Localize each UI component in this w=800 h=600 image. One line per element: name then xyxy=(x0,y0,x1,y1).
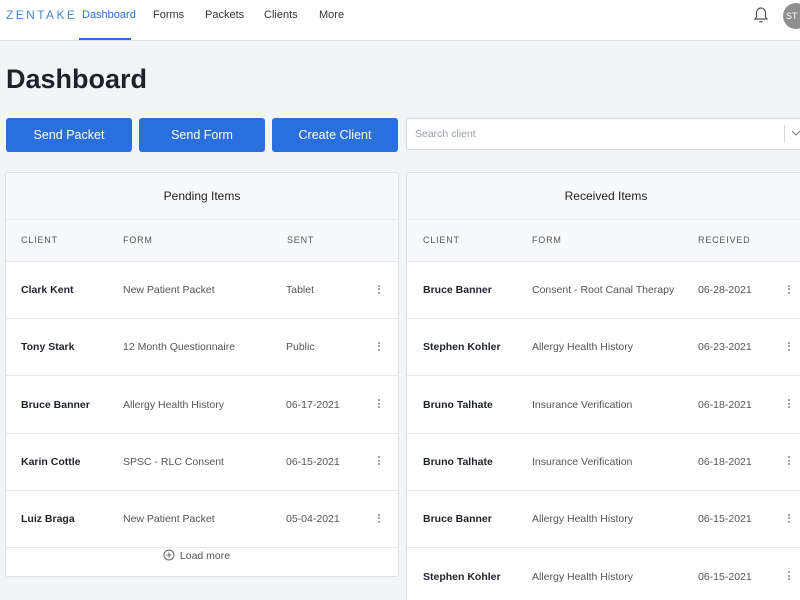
more-vertical-icon[interactable] xyxy=(787,455,791,469)
cell-date: 06-28-2021 xyxy=(698,284,752,296)
cell-form: Allergy Health History xyxy=(532,341,633,354)
more-vertical-icon[interactable] xyxy=(377,283,381,297)
bell-icon[interactable] xyxy=(753,6,769,24)
avatar[interactable]: ST xyxy=(783,3,800,29)
chevron-down-icon[interactable] xyxy=(790,127,800,139)
column-client: CLIENT xyxy=(21,235,58,245)
logo[interactable]: ZENTAKE xyxy=(6,8,77,22)
cell-form: 12 Month Questionnaire xyxy=(123,341,236,354)
table-row[interactable]: Bruce Banner Consent - Root Canal Therapy… xyxy=(407,262,800,319)
cell-date: 06-18-2021 xyxy=(698,398,752,411)
more-vertical-icon[interactable] xyxy=(787,512,791,526)
cell-client: Bruce Banner xyxy=(423,513,492,526)
cell-form: New Patient Packet xyxy=(123,513,215,526)
more-vertical-icon[interactable] xyxy=(787,283,791,297)
table-row[interactable]: Bruno Talhate Insurance Verification 06-18… xyxy=(407,376,800,434)
cell-client: Bruce Banner xyxy=(21,398,90,411)
table-row[interactable]: Stephen Kohler Allergy Health History 06-1… xyxy=(407,548,800,600)
cell-date: 06-23-2021 xyxy=(698,341,752,354)
active-tab-indicator xyxy=(79,38,131,40)
table-row[interactable]: Tony Stark 12 Month Questionnaire Public xyxy=(6,319,398,377)
cell-client: Stephen Kohler xyxy=(423,570,501,583)
search-client-box xyxy=(406,118,800,150)
more-vertical-icon[interactable] xyxy=(377,455,381,469)
cell-form: Insurance Verification xyxy=(532,455,633,468)
received-items-title: Received Items xyxy=(407,173,800,220)
table-row[interactable]: Bruno Talhate Insurance Verification 06-18… xyxy=(407,433,800,491)
nav-forms[interactable]: Forms xyxy=(153,9,184,21)
more-vertical-icon[interactable] xyxy=(377,340,381,354)
load-more-button[interactable]: Load more xyxy=(0,549,393,579)
cell-form: Allergy Health History xyxy=(532,513,633,526)
table-row[interactable]: Clark Kent New Patient Packet Tablet xyxy=(6,262,398,319)
table-row[interactable]: Bruce Banner Allergy Health History 06-15-… xyxy=(407,491,800,549)
table-row[interactable]: Stephen Kohler Allergy Health History 06-2… xyxy=(407,319,800,377)
more-vertical-icon[interactable] xyxy=(787,570,791,584)
cell-date: 06-17-2021 xyxy=(286,398,340,411)
cell-form: Allergy Health History xyxy=(532,570,633,583)
cell-form: SPSC - RLC Consent xyxy=(123,455,224,468)
column-sent: SENT xyxy=(287,235,315,245)
more-vertical-icon[interactable] xyxy=(377,512,381,526)
nav-dashboard[interactable]: Dashboard xyxy=(82,9,136,21)
search-input[interactable] xyxy=(407,119,783,149)
send-form-button[interactable]: Send Form xyxy=(139,118,265,152)
column-form: FORM xyxy=(123,235,153,245)
cell-date: 06-18-2021 xyxy=(698,455,752,468)
cell-date: 06-15-2021 xyxy=(698,570,752,583)
more-vertical-icon[interactable] xyxy=(787,398,791,412)
cell-client: Luiz Braga xyxy=(21,513,75,526)
cell-client: Clark Kent xyxy=(21,284,74,296)
cell-form: New Patient Packet xyxy=(123,284,215,296)
nav-clients[interactable]: Clients xyxy=(264,9,298,21)
cell-client: Bruce Banner xyxy=(423,284,492,296)
more-vertical-icon[interactable] xyxy=(377,398,381,412)
received-items-panel: Received Items CLIENT FORM RECEIVED Bruc… xyxy=(406,172,800,600)
cell-form: Allergy Health History xyxy=(123,398,224,411)
cell-client: Bruno Talhate xyxy=(423,455,493,468)
column-received: RECEIVED xyxy=(698,235,751,245)
table-row[interactable]: Luiz Braga New Patient Packet 05-04-2021 xyxy=(6,491,398,549)
create-client-button[interactable]: Create Client xyxy=(272,118,398,152)
search-divider xyxy=(784,125,785,143)
top-nav: ZENTAKE Dashboard Forms Packets Clients … xyxy=(0,0,800,41)
nav-more[interactable]: More xyxy=(319,9,344,21)
cell-date: 06-15-2021 xyxy=(698,513,752,526)
cell-date: Public xyxy=(286,341,315,354)
table-row[interactable]: Karin Cottle SPSC - RLC Consent 06-15-2021 xyxy=(6,433,398,491)
send-packet-button[interactable]: Send Packet xyxy=(6,118,132,152)
cell-date: Tablet xyxy=(286,284,315,296)
page-title: Dashboard xyxy=(6,64,148,94)
cell-date: 05-04-2021 xyxy=(286,513,340,526)
table-row[interactable]: Bruce Banner Allergy Health History 06-17-… xyxy=(6,376,398,434)
column-client: CLIENT xyxy=(423,235,460,245)
column-form: FORM xyxy=(532,235,562,245)
cell-form: Insurance Verification xyxy=(532,398,633,411)
plus-circle-icon xyxy=(163,549,175,561)
pending-table-header: CLIENT FORM SENT xyxy=(6,220,398,262)
cell-form: Consent - Root Canal Therapy xyxy=(532,284,675,296)
received-table-header: CLIENT FORM RECEIVED xyxy=(407,220,800,262)
cell-date: 06-15-2021 xyxy=(286,455,340,468)
cell-client: Stephen Kohler xyxy=(423,341,501,354)
pending-items-title: Pending Items xyxy=(6,173,398,220)
nav-packets[interactable]: Packets xyxy=(205,9,244,21)
cell-client: Bruno Talhate xyxy=(423,398,493,411)
pending-items-panel: Pending Items CLIENT FORM SENT Clark Ken… xyxy=(5,172,399,577)
cell-client: Karin Cottle xyxy=(21,455,81,468)
more-vertical-icon[interactable] xyxy=(787,340,791,354)
load-more-label: Load more xyxy=(179,550,231,562)
cell-client: Tony Stark xyxy=(21,341,75,354)
